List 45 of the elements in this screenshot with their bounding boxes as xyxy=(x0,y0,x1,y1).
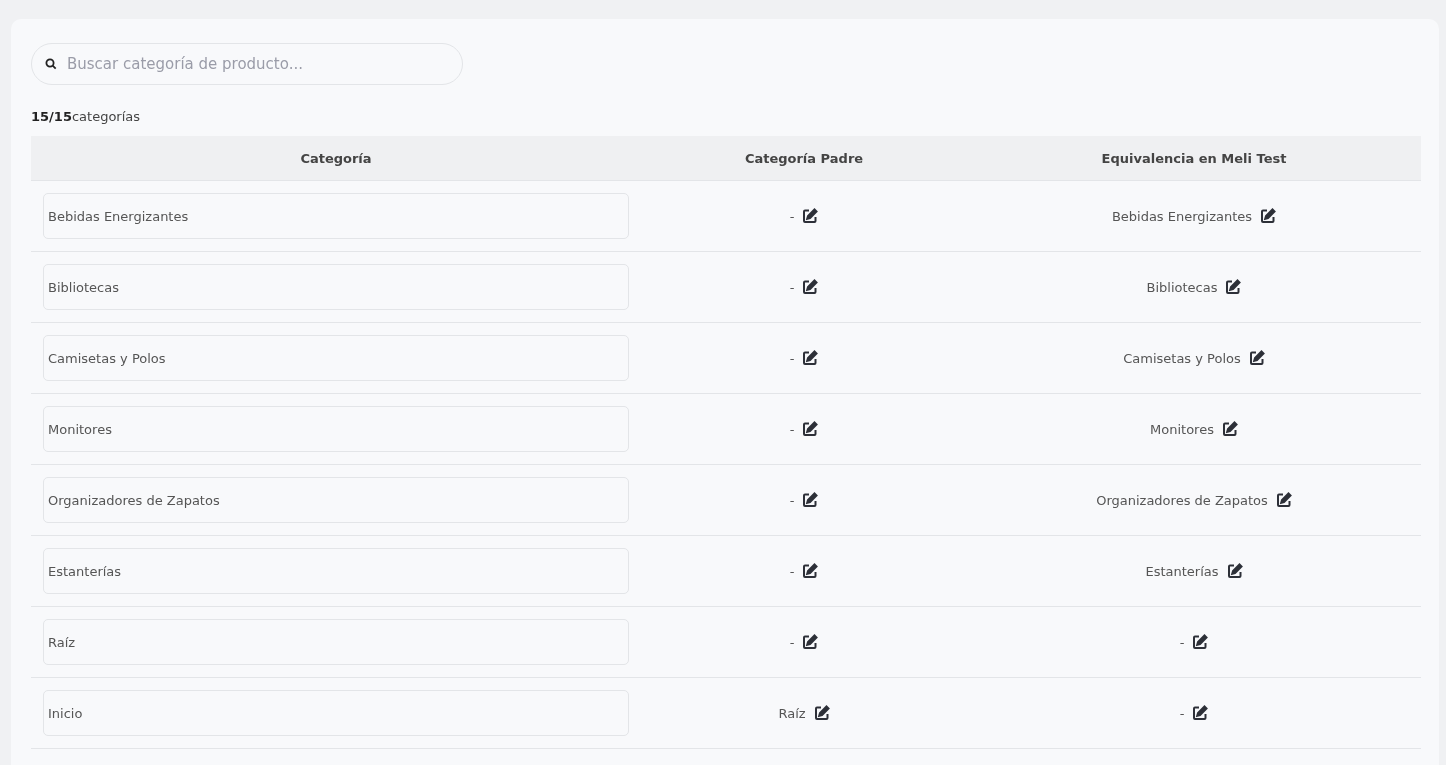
column-header: Categoría xyxy=(31,136,641,181)
category-input[interactable]: Camisetas y Polos xyxy=(43,335,629,381)
edit-button[interactable] xyxy=(1221,421,1238,437)
equivalence-text: Organizadores de Zapatos xyxy=(1096,492,1268,508)
equivalence-text: Monitores xyxy=(1150,421,1214,437)
parent-category: - xyxy=(789,634,795,650)
parent-category: - xyxy=(789,279,795,295)
column-header: Categoría Padre xyxy=(641,136,967,181)
parent-category: - xyxy=(789,563,795,579)
category-input[interactable]: Bebidas Energizantes xyxy=(43,193,629,239)
search-field[interactable]: Buscar categoría de producto... xyxy=(31,43,463,85)
parent-category: - xyxy=(789,421,795,437)
edit-button[interactable] xyxy=(1192,634,1209,650)
equivalence-text: Estanterías xyxy=(1145,563,1219,579)
column-header: Equivalencia en Meli Test xyxy=(967,136,1421,181)
equivalence-text: Bibliotecas xyxy=(1146,279,1218,295)
edit-button[interactable] xyxy=(813,705,830,721)
category-count: 15/15categorías xyxy=(31,109,142,124)
edit-button[interactable] xyxy=(802,492,819,508)
equivalence-text: Camisetas y Polos xyxy=(1123,350,1241,366)
edit-button[interactable] xyxy=(1260,208,1277,224)
edit-button[interactable] xyxy=(802,208,819,224)
parent-category: - xyxy=(789,208,795,224)
equivalence-text: - xyxy=(1179,634,1185,650)
category-input[interactable]: Organizadores de Zapatos xyxy=(43,477,629,523)
parent-category: Raíz xyxy=(778,705,806,721)
edit-button[interactable] xyxy=(802,350,819,366)
edit-button[interactable] xyxy=(802,421,819,437)
edit-button[interactable] xyxy=(1225,279,1242,295)
edit-button[interactable] xyxy=(802,279,819,295)
edit-button[interactable] xyxy=(802,563,819,579)
edit-button[interactable] xyxy=(1275,492,1292,508)
edit-button[interactable] xyxy=(802,634,819,650)
equivalence-text: Bebidas Energizantes xyxy=(1111,208,1253,224)
edit-button[interactable] xyxy=(1248,350,1265,366)
category-input[interactable]: Bibliotecas xyxy=(43,264,629,310)
edit-button[interactable] xyxy=(1192,705,1209,721)
parent-category: - xyxy=(789,492,795,508)
category-input[interactable]: Monitores xyxy=(43,406,629,452)
category-input[interactable]: Inicio xyxy=(43,690,629,736)
equivalence-text: - xyxy=(1179,705,1185,721)
category-input[interactable]: Estanterías xyxy=(43,548,629,594)
parent-category: - xyxy=(789,350,795,366)
category-input[interactable]: Raíz xyxy=(43,619,629,665)
edit-button[interactable] xyxy=(1226,563,1243,579)
